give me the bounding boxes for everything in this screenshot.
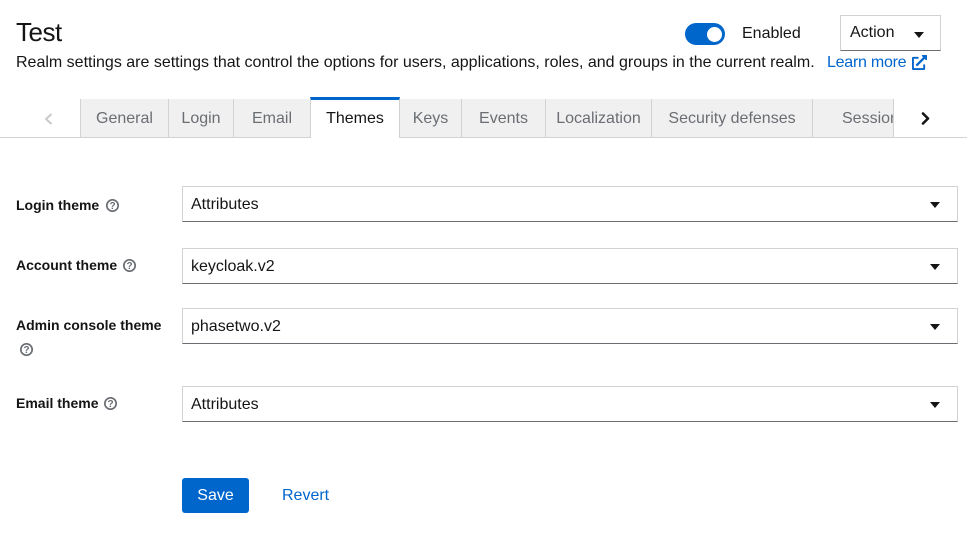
svg-text:?: ? [126,260,132,271]
svg-text:?: ? [109,200,115,211]
svg-text:?: ? [23,344,29,355]
svg-text:?: ? [107,398,113,409]
